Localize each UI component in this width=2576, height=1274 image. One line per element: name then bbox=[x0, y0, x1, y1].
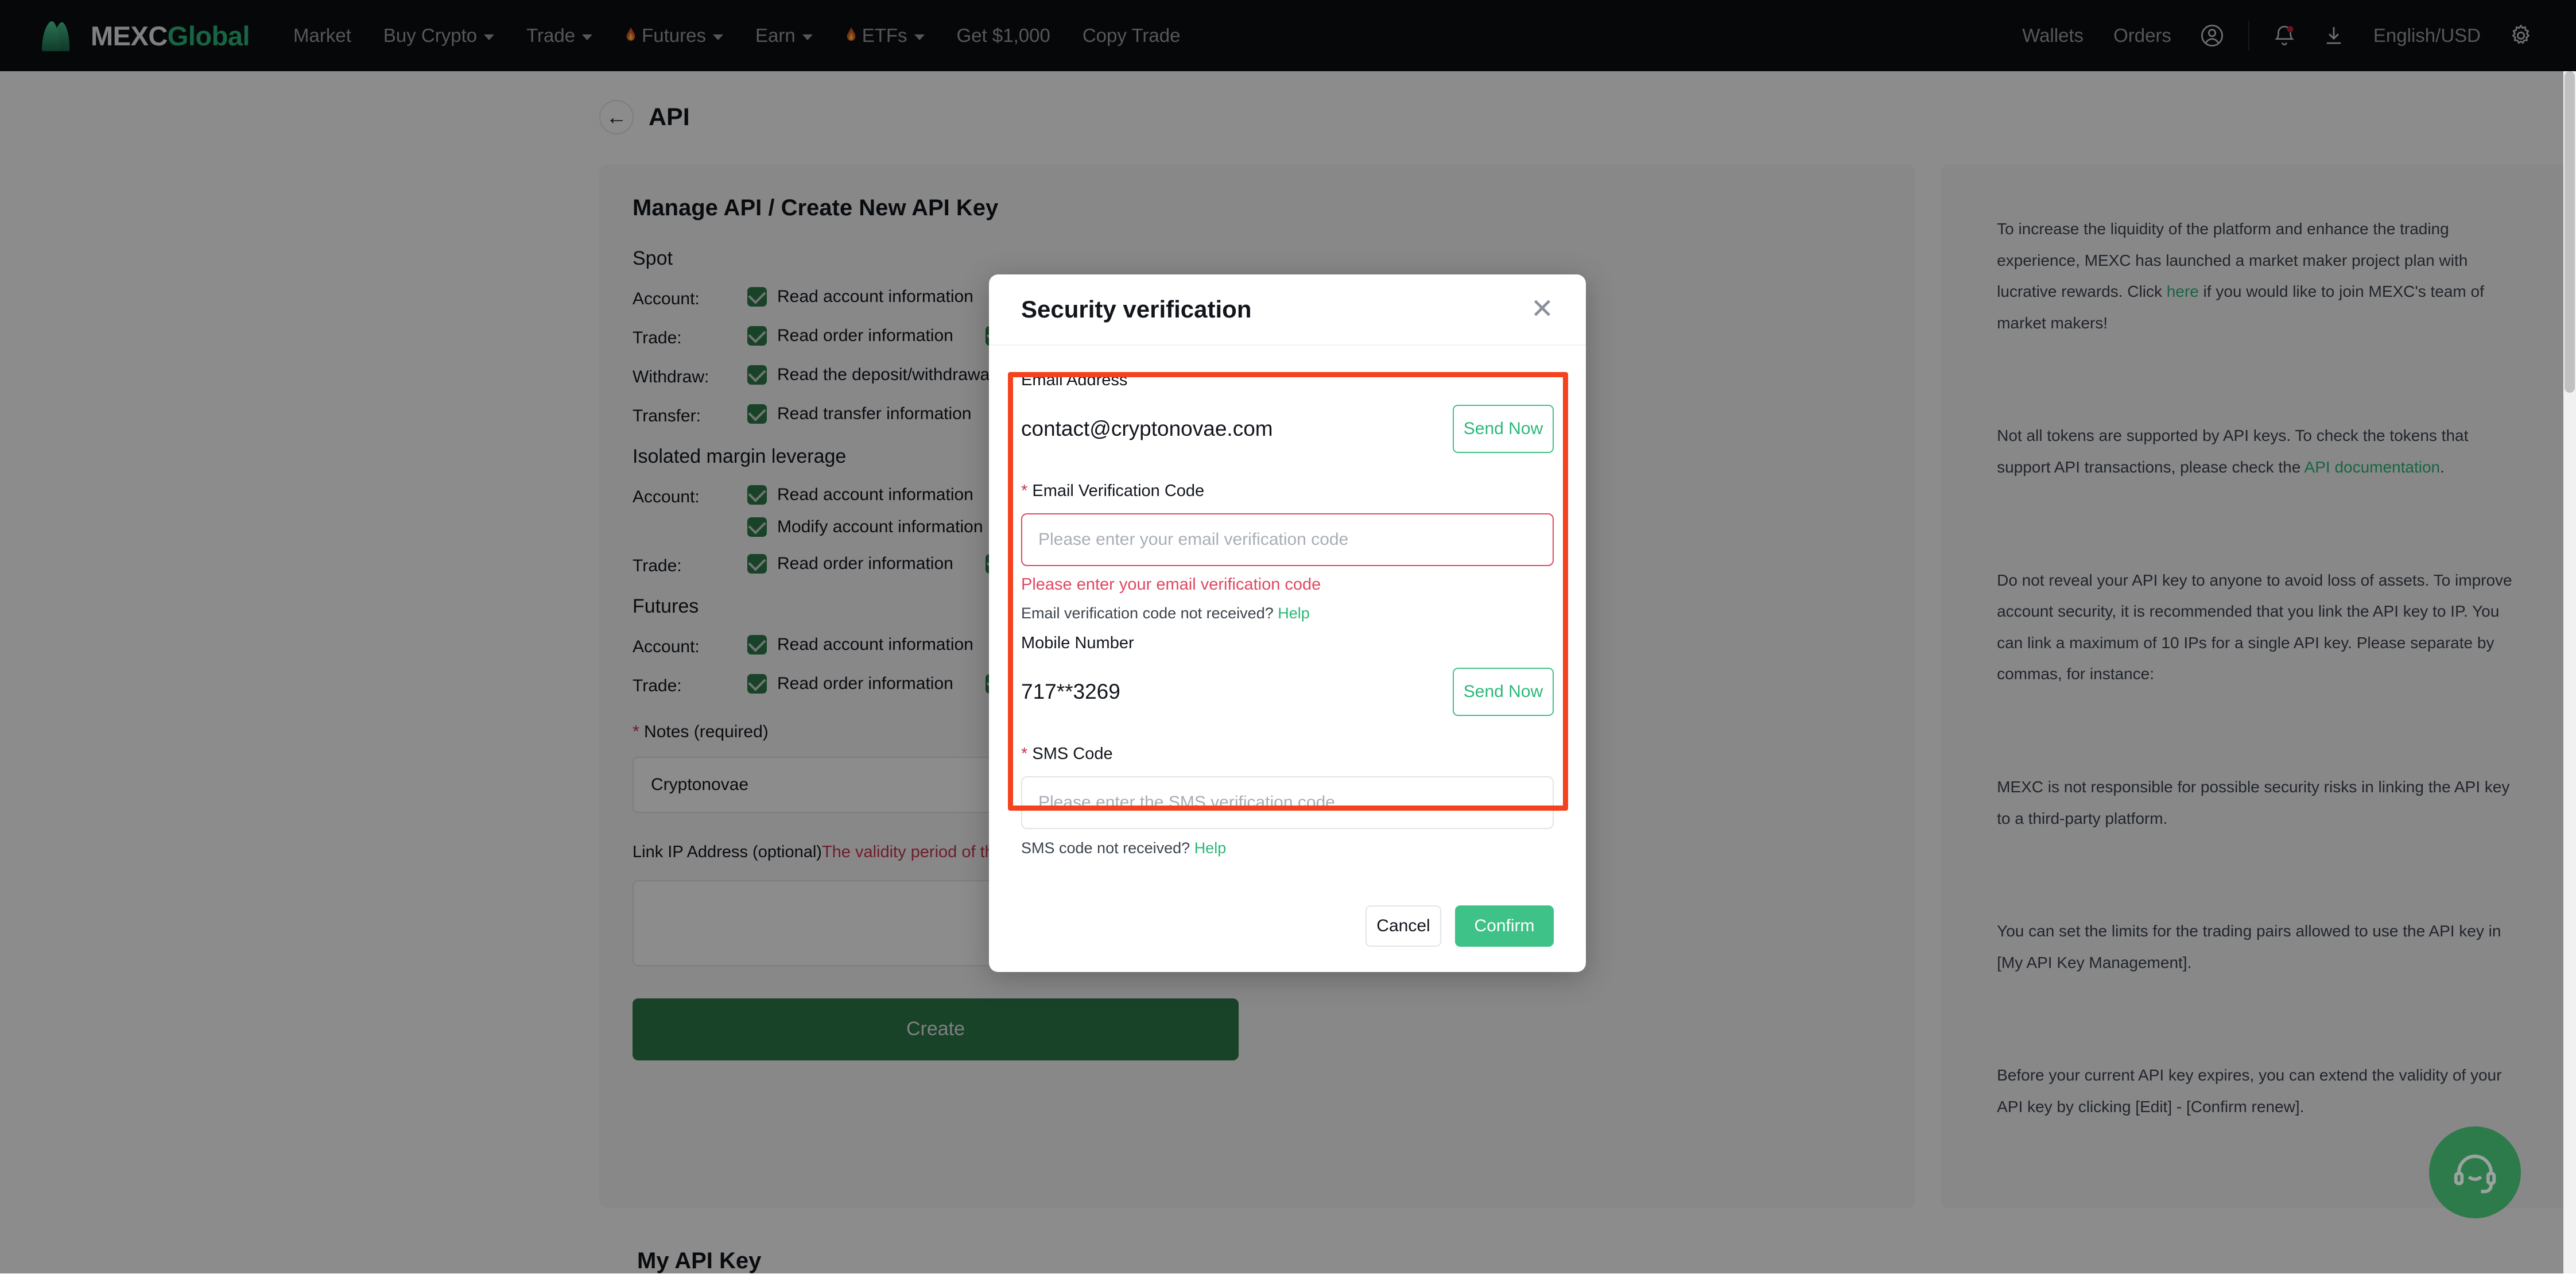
sms-code-label-text: SMS Code bbox=[1027, 745, 1113, 763]
scrollbar-thumb[interactable] bbox=[2565, 71, 2575, 393]
mobile-row: 717**3269 Send Now bbox=[1021, 668, 1554, 716]
sms-code-input[interactable] bbox=[1021, 776, 1554, 829]
email-code-input[interactable] bbox=[1021, 513, 1554, 566]
cancel-button[interactable]: Cancel bbox=[1365, 905, 1441, 947]
modal-body: Email Address contact@cryptonovae.com Se… bbox=[989, 346, 1586, 905]
page-scrollbar[interactable] bbox=[2563, 71, 2576, 1273]
modal-title: Security verification bbox=[1021, 296, 1252, 323]
email-help-row: Email verification code not received? He… bbox=[1021, 605, 1554, 622]
support-chat-button[interactable] bbox=[2429, 1126, 2521, 1218]
mobile-number-label: Mobile Number bbox=[1021, 634, 1134, 652]
email-code-label-text: Email Verification Code bbox=[1027, 482, 1205, 500]
email-code-required-star: * bbox=[1021, 482, 1028, 500]
sms-help-text: SMS code not received? bbox=[1021, 839, 1190, 857]
email-address-value: contact@cryptonovae.com bbox=[1021, 417, 1273, 440]
email-code-error: Please enter your email verification cod… bbox=[1021, 575, 1321, 594]
modal-footer: Cancel Confirm bbox=[989, 905, 1586, 972]
headset-icon bbox=[2454, 1155, 2496, 1194]
email-help-link[interactable]: Help bbox=[1278, 605, 1310, 622]
send-sms-code-button[interactable]: Send Now bbox=[1453, 668, 1554, 716]
email-help-text: Email verification code not received? bbox=[1021, 605, 1274, 622]
close-icon[interactable]: ✕ bbox=[1531, 296, 1554, 323]
confirm-button[interactable]: Confirm bbox=[1455, 905, 1554, 947]
email-address-label: Email Address bbox=[1021, 371, 1128, 389]
modal-header: Security verification ✕ bbox=[989, 274, 1586, 346]
email-row: contact@cryptonovae.com Send Now bbox=[1021, 405, 1554, 453]
email-code-label: * Email Verification Code bbox=[1021, 482, 1554, 501]
sms-help-row: SMS code not received? Help bbox=[1021, 839, 1554, 857]
security-verification-modal: Security verification ✕ Email Address co… bbox=[989, 274, 1586, 972]
send-email-code-button[interactable]: Send Now bbox=[1453, 405, 1554, 453]
sms-code-label: * SMS Code bbox=[1021, 745, 1554, 764]
sms-code-required-star: * bbox=[1021, 745, 1028, 763]
sms-help-link[interactable]: Help bbox=[1194, 839, 1227, 857]
mobile-number-value: 717**3269 bbox=[1021, 680, 1120, 703]
